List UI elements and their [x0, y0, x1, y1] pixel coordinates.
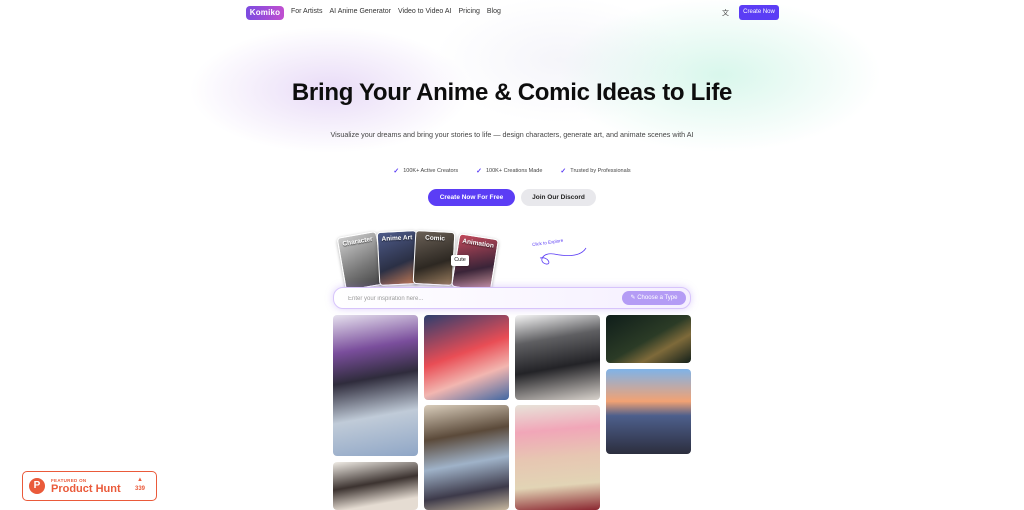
- hero-subtitle: Visualize your dreams and bring your sto…: [330, 130, 694, 139]
- gallery-image-sunset-girl[interactable]: [606, 369, 691, 454]
- product-hunt-name: Product Hunt: [51, 483, 121, 495]
- card-label: Animation: [461, 237, 495, 250]
- upvote-arrow-icon: ▲: [137, 477, 143, 483]
- nav-link-ai-anime-generator[interactable]: AI Anime Generator: [330, 8, 391, 15]
- stat-label: 100K+ Creations Made: [486, 168, 543, 174]
- category-card-comic[interactable]: Comic: [412, 229, 456, 287]
- check-icon: ✓: [476, 168, 482, 175]
- inspiration-input[interactable]: [346, 292, 610, 306]
- create-now-button[interactable]: Create Now: [739, 5, 779, 20]
- stat-creations-made: ✓ 100K+ Creations Made: [476, 167, 542, 175]
- nav-link-video-to-video[interactable]: Video to Video AI: [398, 8, 451, 15]
- check-icon: ✓: [560, 168, 567, 175]
- top-nav: Komiko For Artists AI Anime Generator Vi…: [0, 0, 1024, 26]
- gallery-image-night-scene[interactable]: [606, 315, 691, 363]
- gallery-image-red-hair-girl[interactable]: [424, 315, 509, 400]
- stats-row: ✓ 100K+ Active Creators ✓ 100K+ Creation…: [0, 167, 1024, 175]
- stat-trusted: ✓ Trusted by Professionals: [560, 167, 630, 175]
- join-discord-button[interactable]: Join Our Discord: [521, 189, 596, 206]
- gallery-image-purple-hair-girl[interactable]: [333, 315, 418, 456]
- hero-background-glow: [0, 0, 1024, 300]
- stat-active-creators: ✓ 100K+ Active Creators: [393, 167, 458, 175]
- nav-link-pricing[interactable]: Pricing: [458, 8, 479, 15]
- gallery-image-dark-hair-boy[interactable]: [515, 315, 600, 400]
- product-hunt-votes: 339: [134, 486, 145, 492]
- cute-tag: Cute: [451, 255, 469, 266]
- hero-title: Bring Your Anime & Comic Ideas to Life: [291, 79, 733, 107]
- nav-links: For Artists AI Anime Generator Video to …: [291, 8, 501, 15]
- choose-type-button[interactable]: ✎ Choose a Type: [622, 291, 686, 305]
- stat-label: 100K+ Active Creators: [403, 168, 459, 174]
- komiko-logo[interactable]: Komiko: [246, 6, 284, 20]
- card-label: Anime Art: [381, 234, 413, 243]
- curly-arrow-icon: [539, 247, 587, 265]
- translate-icon[interactable]: 文: [722, 8, 729, 18]
- gallery-image-comic-page[interactable]: [424, 405, 509, 510]
- check-icon: ✓: [393, 168, 400, 175]
- card-label: Character: [342, 235, 374, 248]
- card-label: Comic: [424, 234, 446, 243]
- gallery-image-short-hair-girl[interactable]: [333, 462, 418, 510]
- create-now-for-free-button[interactable]: Create Now For Free: [428, 189, 515, 206]
- gallery-image-pink-hair-boy[interactable]: [515, 405, 600, 510]
- nav-link-blog[interactable]: Blog: [487, 8, 501, 15]
- product-hunt-badge[interactable]: P FEATURED ON Product Hunt ▲ 339: [22, 471, 157, 501]
- nav-link-for-artists[interactable]: For Artists: [291, 8, 323, 15]
- choose-type-label: Choose a Type: [637, 295, 678, 301]
- product-hunt-icon: P: [29, 478, 45, 494]
- stat-label: Trusted by Professionals: [570, 168, 631, 174]
- inspiration-search-bar: ✎ Choose a Type: [333, 287, 691, 309]
